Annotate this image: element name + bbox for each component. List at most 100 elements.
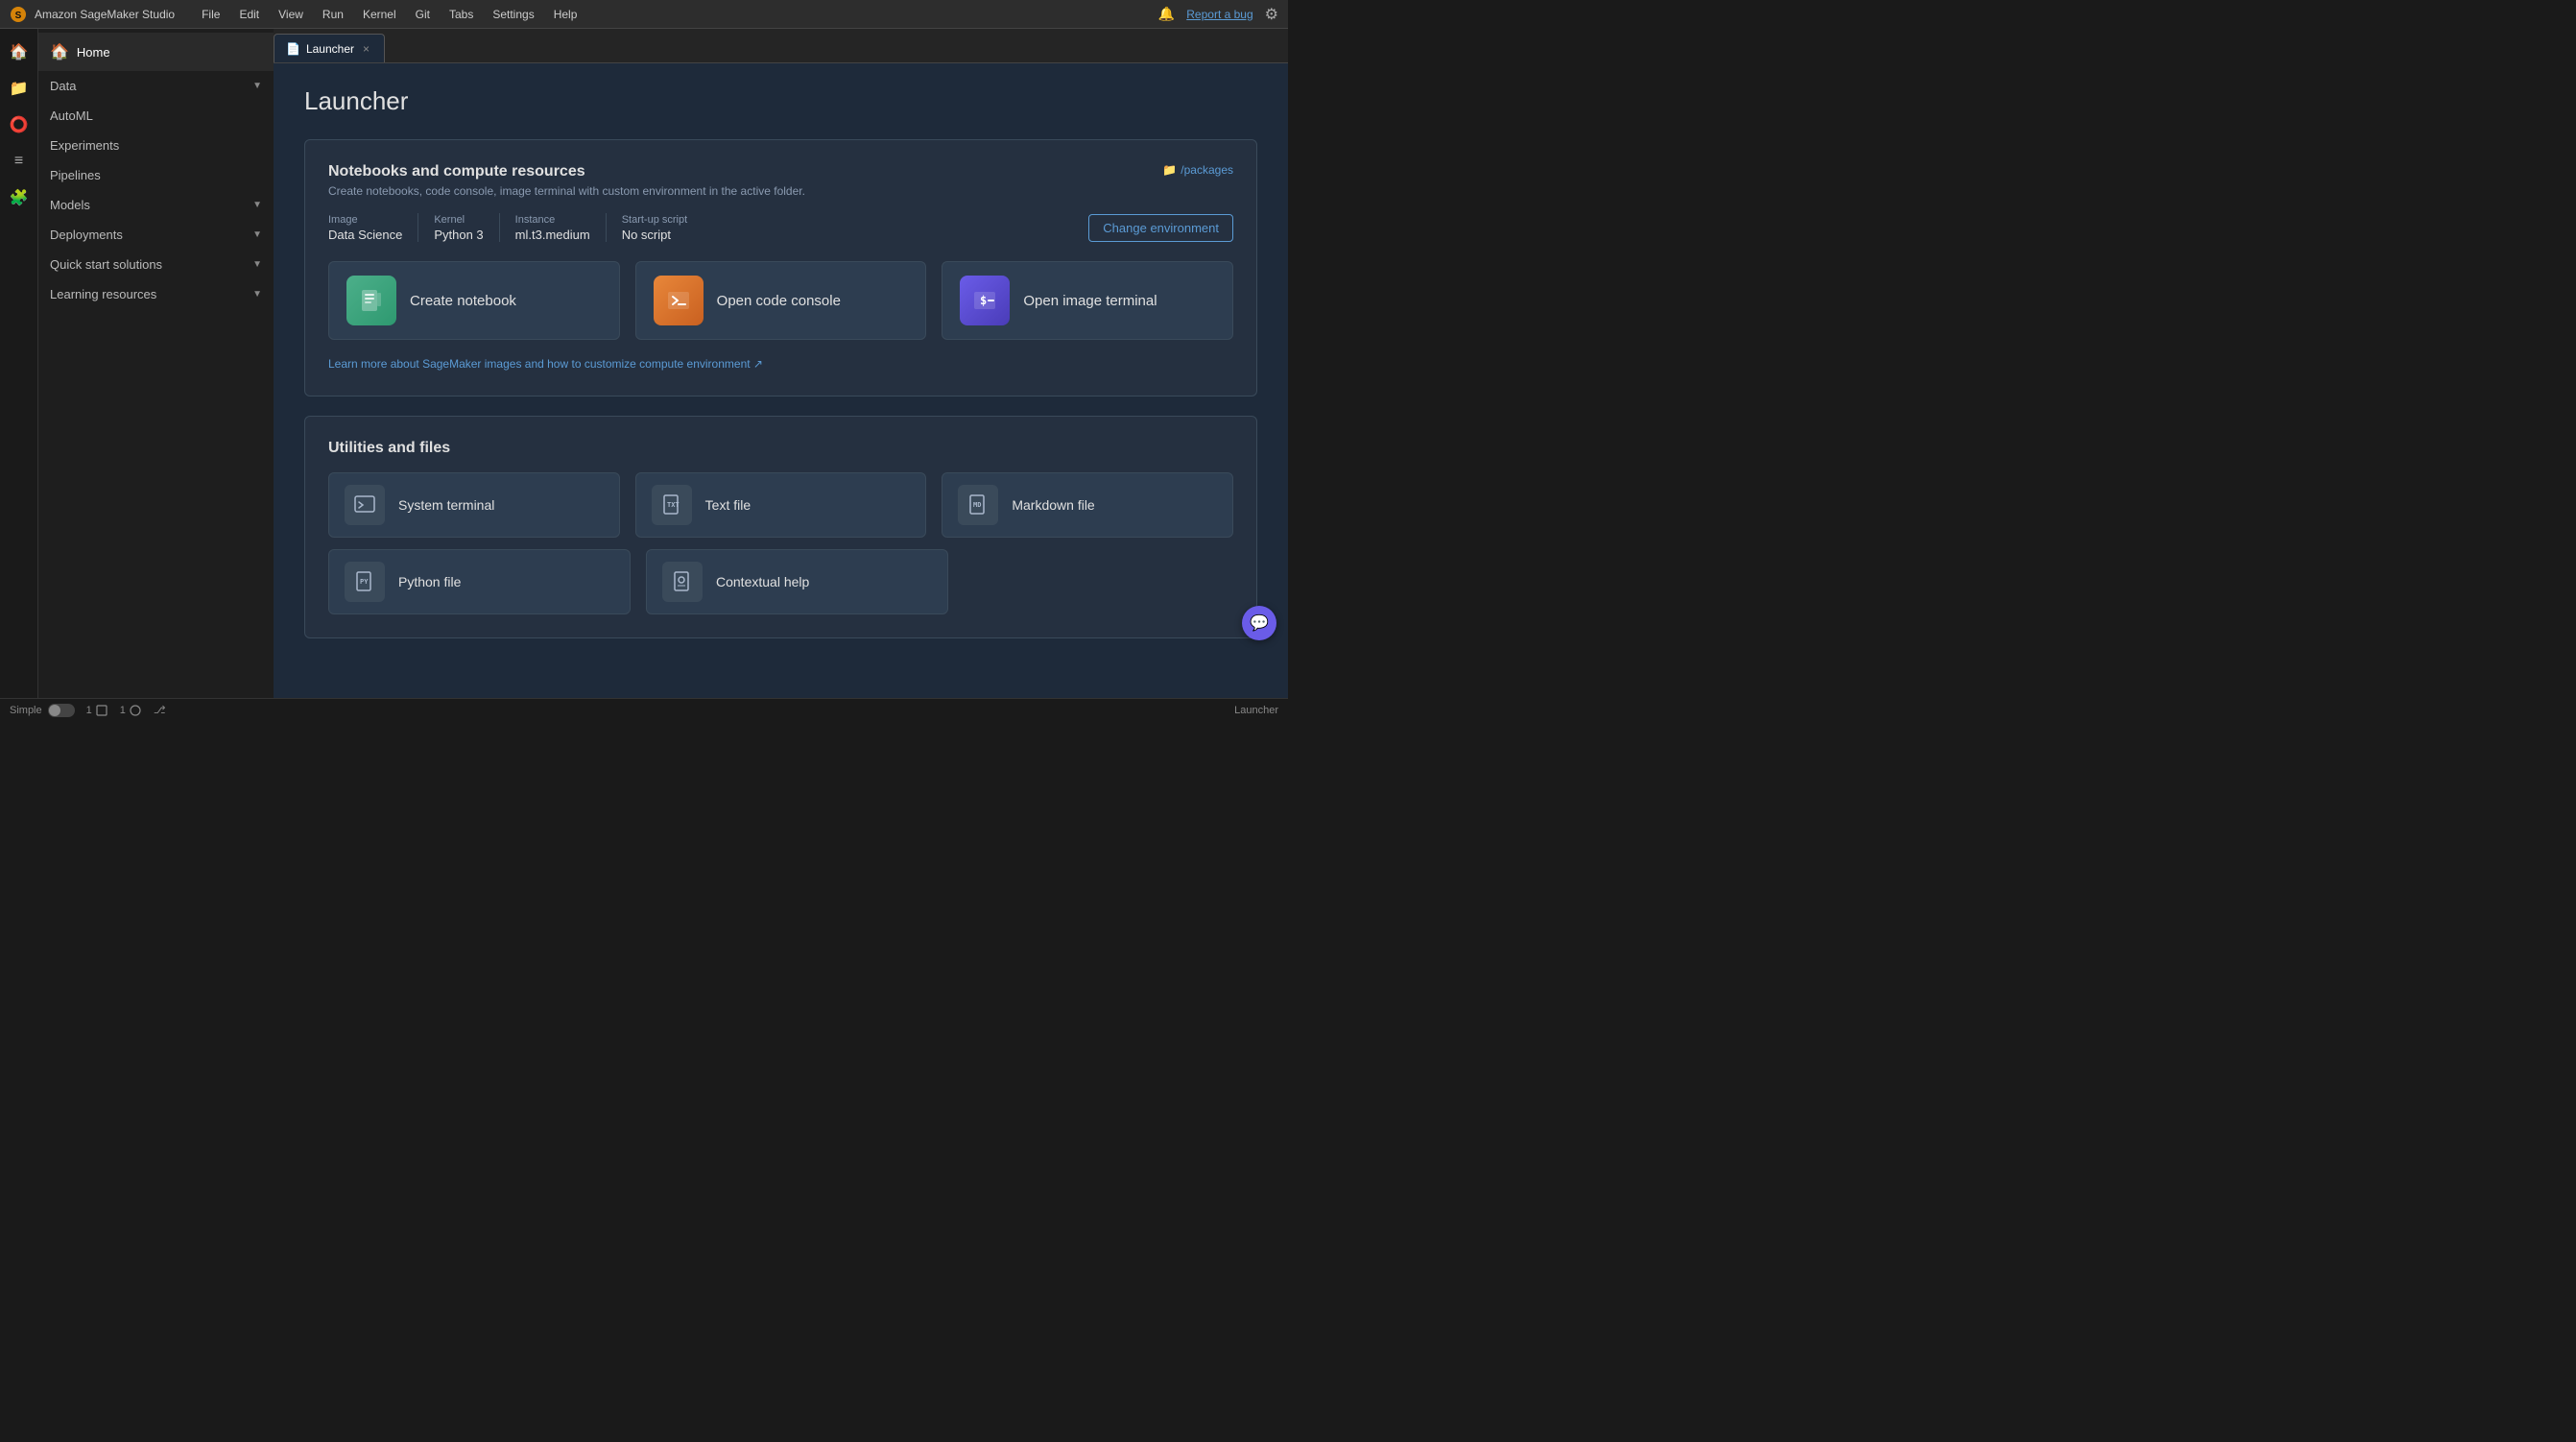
menu-file[interactable]: File [194,6,227,23]
contextual-help-icon [662,562,703,602]
file-count: 1 [120,704,142,717]
menu-items: File Edit View Run Kernel Git Tabs Setti… [194,6,584,23]
utilities-section-title: Utilities and files [328,440,1233,457]
learn-more-link[interactable]: Learn more about SageMaker images and ho… [328,355,1233,373]
home-icon-btn[interactable]: 🏠 [4,36,35,67]
change-environment-button[interactable]: Change environment [1088,214,1233,242]
markdown-file-label: Markdown file [1012,497,1094,513]
env-startup: Start-up script No script [622,214,687,242]
env-instance: Instance ml.t3.medium [515,214,590,242]
open-code-console-button[interactable]: Open code console [635,261,927,340]
menu-settings[interactable]: Settings [485,6,541,23]
menu-help[interactable]: Help [546,6,585,23]
notebooks-section-header: Notebooks and compute resources Create n… [328,163,1233,198]
notifications-icon[interactable]: 🔔 [1158,6,1175,22]
sidebar: 🏠 📁 ⭕ ≡ 🧩 🏠 Home Data ▼ AutoML Experimen… [0,29,274,698]
console-icon [654,276,704,325]
svg-text:TXT: TXT [667,501,680,509]
contextual-help-button[interactable]: Contextual help [646,549,948,614]
chevron-down-icon: ▼ [252,289,262,300]
menu-kernel[interactable]: Kernel [355,6,404,23]
contextual-help-label: Contextual help [716,574,809,589]
tab-launcher-label: Launcher [306,42,354,56]
sidebar-item-quick-start[interactable]: Quick start solutions ▼ [38,250,274,279]
launcher-panel: Launcher Notebooks and compute resources… [274,63,1288,698]
home-nav-icon: 🏠 [50,42,69,61]
text-file-label: Text file [705,497,751,513]
files-icon-btn[interactable]: 📁 [4,73,35,104]
notebooks-section: Notebooks and compute resources Create n… [304,139,1257,397]
icon-rail: 🏠 📁 ⭕ ≡ 🧩 [0,29,38,698]
env-image: Image Data Science [328,214,402,242]
launcher-title: Launcher [304,86,1257,116]
sidebar-item-deployments[interactable]: Deployments ▼ [38,220,274,250]
python-file-icon: PY [345,562,385,602]
menu-tabs[interactable]: Tabs [441,6,481,23]
chevron-down-icon: ▼ [252,200,262,210]
folder-icon: 📁 [1162,163,1177,177]
system-terminal-label: System terminal [398,497,494,513]
menu-view[interactable]: View [271,6,311,23]
status-bar: Simple 1 1 ⎇ Launcher [0,698,1288,721]
tabs-bar: 📄 Launcher × [274,29,1288,63]
git-icon[interactable]: ⎇ [154,704,166,716]
svg-text:MD: MD [973,501,981,509]
utility-row-2: PY Python file [328,549,1233,614]
svg-text:S: S [15,11,22,21]
notebooks-section-desc: Create notebooks, code console, image te… [328,184,805,198]
app-title: Amazon SageMaker Studio [35,8,175,21]
app-logo: S [10,6,27,23]
utility-buttons: System terminal TXT Text file [328,472,1233,614]
sidebar-home[interactable]: 🏠 Home [38,33,274,71]
menu-run[interactable]: Run [315,6,351,23]
menu-edit[interactable]: Edit [231,6,267,23]
sidebar-item-pipelines[interactable]: Pipelines [38,160,274,190]
chat-bubble-button[interactable]: 💬 [1242,606,1276,640]
open-code-console-label: Open code console [717,293,841,309]
report-bug-link[interactable]: Report a bug [1186,8,1252,21]
open-image-terminal-label: Open image terminal [1023,293,1157,309]
sidebar-item-experiments[interactable]: Experiments [38,131,274,160]
text-file-button[interactable]: TXT Text file [635,472,927,538]
sidebar-item-data[interactable]: Data ▼ [38,71,274,101]
list-icon-btn[interactable]: ≡ [4,146,35,177]
env-divider-1 [417,213,418,242]
markdown-file-icon: MD [958,485,998,525]
chevron-down-icon: ▼ [252,81,262,91]
text-file-icon: TXT [652,485,692,525]
create-notebook-button[interactable]: Create notebook [328,261,620,340]
markdown-file-button[interactable]: MD Markdown file [942,472,1233,538]
environment-row: Image Data Science Kernel Python 3 Insta… [328,213,1233,242]
notebook-action-buttons: Create notebook Open code console [328,261,1233,340]
python-file-button[interactable]: PY Python file [328,549,631,614]
system-terminal-button[interactable]: System terminal [328,472,620,538]
notebooks-section-title: Notebooks and compute resources [328,163,805,180]
terminal-icon: $ [960,276,1010,325]
menu-git[interactable]: Git [408,6,438,23]
svg-text:$: $ [980,294,987,307]
launcher-tab[interactable]: 📄 Launcher × [274,34,385,62]
packages-link[interactable]: 📁 /packages [1162,163,1233,177]
svg-text:PY: PY [360,578,369,586]
menubar: S Amazon SageMaker Studio File Edit View… [0,0,1288,29]
circle-icon-btn[interactable]: ⭕ [4,109,35,140]
open-image-terminal-button[interactable]: $ Open image terminal [942,261,1233,340]
sidebar-item-learning-resources[interactable]: Learning resources ▼ [38,279,274,309]
menubar-right: 🔔 Report a bug ⚙ [1158,5,1278,24]
utility-spacer [964,549,1233,614]
settings-icon[interactable]: ⚙ [1265,5,1278,24]
content-area: 📄 Launcher × Launcher Notebooks and comp… [274,29,1288,698]
launcher-status: Launcher [1234,705,1278,716]
sidebar-item-automl[interactable]: AutoML [38,101,274,131]
main-layout: 🏠 📁 ⭕ ≡ 🧩 🏠 Home Data ▼ AutoML Experimen… [0,29,1288,698]
sidebar-home-label: Home [77,45,110,60]
sidebar-nav: 🏠 Home Data ▼ AutoML Experiments Pipelin… [38,29,274,698]
tab-close-button[interactable]: × [360,41,372,57]
puzzle-icon-btn[interactable]: 🧩 [4,182,35,213]
env-kernel: Kernel Python 3 [434,214,483,242]
sidebar-item-models[interactable]: Models ▼ [38,190,274,220]
notebooks-header-text: Notebooks and compute resources Create n… [328,163,805,198]
create-notebook-label: Create notebook [410,293,516,309]
env-divider-2 [499,213,500,242]
utilities-section: Utilities and files System terminal [304,416,1257,638]
